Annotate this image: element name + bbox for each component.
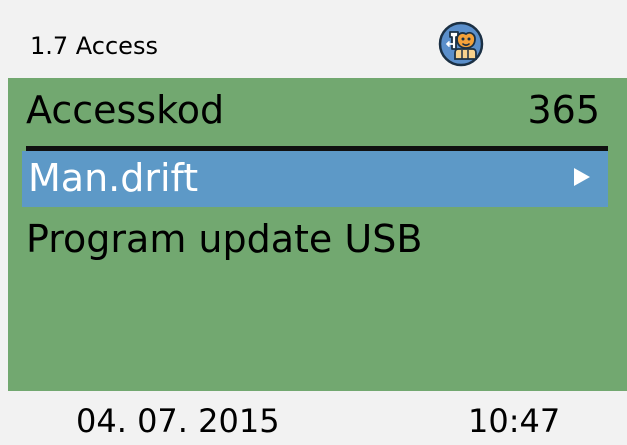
date-display: 04. 07. 2015 [76, 402, 280, 440]
service-technician-icon [437, 20, 485, 68]
access-code-value[interactable]: 365 [527, 86, 600, 134]
device-screen: 1.7 Access Accesskod 365 Man.drift Progr… [0, 0, 627, 445]
menu-panel: Accesskod 365 Man.drift Program update U… [8, 78, 627, 391]
access-code-label: Accesskod [26, 88, 225, 132]
page-title: 1.7 Access [30, 32, 158, 60]
menu-item-manual-operation[interactable]: Man.drift [22, 151, 608, 207]
footer-status: 04. 07. 2015 10:47 [0, 391, 627, 445]
header: 1.7 Access [8, 10, 627, 78]
menu-item-label: Man.drift [28, 156, 199, 200]
chevron-right-icon [574, 168, 590, 186]
menu-item-program-update-usb[interactable]: Program update USB [26, 215, 422, 263]
time-display: 10:47 [468, 402, 561, 440]
